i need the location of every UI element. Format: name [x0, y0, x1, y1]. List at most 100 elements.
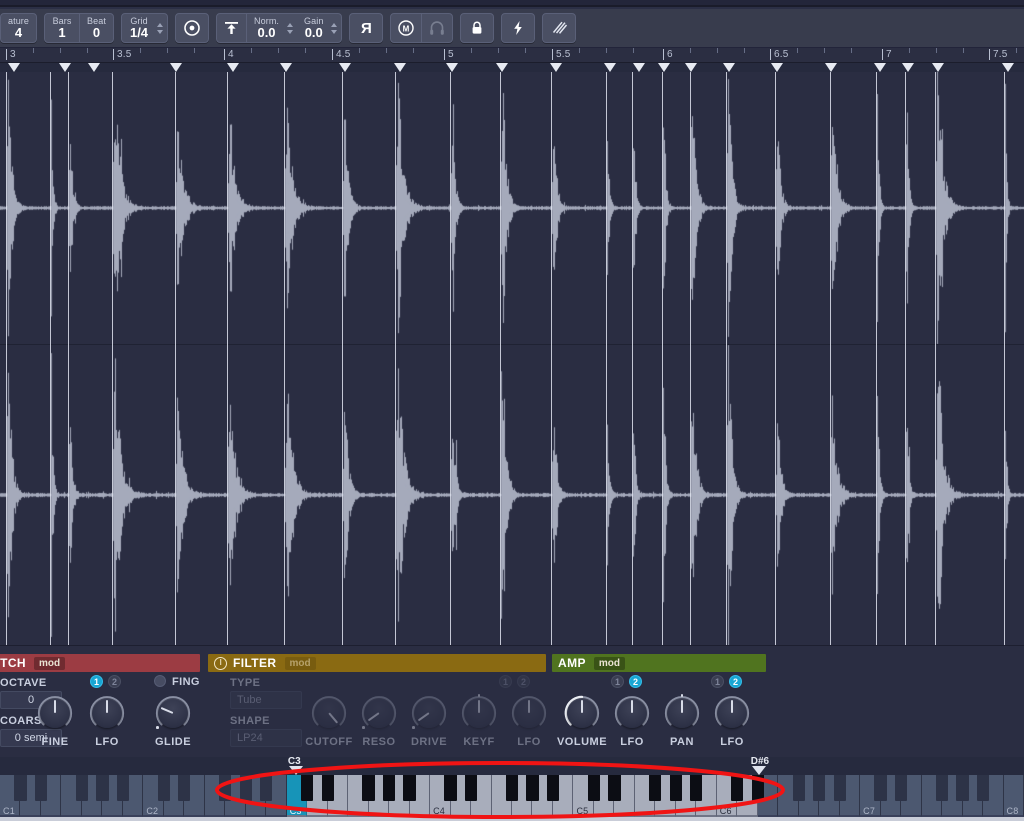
- glide-knob[interactable]: [152, 692, 194, 734]
- grid-field[interactable]: Grid 1/4: [122, 14, 156, 42]
- piano-black-key[interactable]: [669, 775, 682, 801]
- pan-knob[interactable]: [661, 692, 703, 734]
- piano-black-key[interactable]: [526, 775, 539, 801]
- amp-mod-badge[interactable]: mod: [593, 656, 625, 670]
- grid-stepper[interactable]: [156, 14, 167, 42]
- slice-button[interactable]: [542, 13, 577, 43]
- transient-button[interactable]: [217, 14, 246, 42]
- piano-black-key[interactable]: [301, 775, 314, 801]
- slice-divider-line[interactable]: [632, 72, 633, 645]
- filter-mod-badge[interactable]: mod: [284, 656, 316, 670]
- grid-group[interactable]: Grid 1/4: [121, 13, 169, 43]
- piano-black-key[interactable]: [690, 775, 703, 801]
- pitch-header[interactable]: PITCH mod: [0, 654, 200, 672]
- amp-header[interactable]: AMP mod: [552, 654, 766, 672]
- slice-divider-line[interactable]: [68, 72, 69, 645]
- piano-black-key[interactable]: [116, 775, 130, 801]
- slice-marker[interactable]: [1002, 63, 1014, 72]
- beat-field[interactable]: Beat 0: [79, 14, 113, 42]
- slice-marker[interactable]: [902, 63, 914, 72]
- piano-black-key[interactable]: [96, 775, 109, 801]
- filter-lfo-knob[interactable]: [508, 692, 550, 734]
- slice-divider-line[interactable]: [935, 72, 936, 645]
- bars-beat-group[interactable]: Bars 1 Beat 0: [44, 13, 115, 43]
- slice-divider-line[interactable]: [606, 72, 607, 645]
- slice-marker-lane[interactable]: [0, 63, 1024, 72]
- keyf-knob[interactable]: [458, 692, 500, 734]
- slice-divider-line[interactable]: [6, 72, 7, 645]
- filter-type-select[interactable]: Tube: [230, 691, 302, 709]
- fing-toggle[interactable]: [154, 675, 166, 687]
- amp-pan-lfo-slot-1[interactable]: 1: [711, 675, 724, 688]
- piano-black-key[interactable]: [608, 775, 621, 801]
- piano-black-key[interactable]: [935, 775, 949, 801]
- slice-divider-line[interactable]: [395, 72, 396, 645]
- slice-marker[interactable]: [604, 63, 616, 72]
- waveform-canvas[interactable]: [0, 72, 1024, 645]
- piano-black-key[interactable]: [731, 775, 744, 801]
- fine-knob[interactable]: [34, 692, 76, 734]
- keyboard-range-rail[interactable]: C3 D#6: [0, 756, 1024, 775]
- pitch-mod-badge[interactable]: mod: [34, 656, 66, 670]
- piano-black-key[interactable]: [649, 775, 662, 801]
- slice-marker[interactable]: [394, 63, 406, 72]
- slice-divider-line[interactable]: [500, 72, 501, 645]
- lock-button[interactable]: [460, 13, 495, 43]
- slice-divider-line[interactable]: [284, 72, 285, 645]
- piano-black-key[interactable]: [464, 775, 478, 801]
- slice-marker[interactable]: [339, 63, 351, 72]
- piano-black-key[interactable]: [362, 775, 375, 801]
- piano-black-key[interactable]: [546, 775, 560, 801]
- slice-divider-line[interactable]: [342, 72, 343, 645]
- filter-shape-select[interactable]: LP24: [230, 729, 302, 747]
- slice-divider-line[interactable]: [175, 72, 176, 645]
- slice-divider-line[interactable]: [830, 72, 831, 645]
- pitch-lfo-knob[interactable]: [86, 692, 128, 734]
- cutoff-knob[interactable]: [308, 692, 350, 734]
- piano-black-key[interactable]: [321, 775, 334, 801]
- slice-marker[interactable]: [550, 63, 562, 72]
- piano-black-key[interactable]: [956, 775, 969, 801]
- piano-black-key[interactable]: [976, 775, 990, 801]
- normalize-gain-group[interactable]: Norm. 0.0 Gain 0.0: [216, 13, 343, 43]
- piano-black-key[interactable]: [833, 775, 846, 801]
- slice-marker[interactable]: [723, 63, 735, 72]
- amp-lfo-knob[interactable]: [611, 692, 653, 734]
- slice-marker[interactable]: [685, 63, 697, 72]
- drive-knob[interactable]: [408, 692, 450, 734]
- keyboard-range-handle[interactable]: [751, 766, 766, 775]
- mono-button[interactable]: M: [391, 14, 421, 42]
- slice-divider-line[interactable]: [876, 72, 877, 645]
- piano-black-key[interactable]: [813, 775, 826, 801]
- waveform-display[interactable]: [0, 72, 1024, 645]
- slice-divider-line[interactable]: [690, 72, 691, 645]
- piano-black-key[interactable]: [894, 775, 908, 801]
- slice-divider-line[interactable]: [905, 72, 906, 645]
- pitch-lfo-slot-1[interactable]: 1: [90, 675, 103, 688]
- slice-divider-line[interactable]: [50, 72, 51, 645]
- piano-black-key[interactable]: [382, 775, 396, 801]
- signature-group[interactable]: ature 4: [0, 13, 38, 43]
- slice-divider-line[interactable]: [662, 72, 663, 645]
- slice-marker[interactable]: [88, 63, 100, 72]
- amp-lfo-slot-2[interactable]: 2: [629, 675, 642, 688]
- amp-pan-lfo-slot-2[interactable]: 2: [729, 675, 742, 688]
- slice-marker[interactable]: [771, 63, 783, 72]
- slice-divider-line[interactable]: [1004, 72, 1005, 645]
- piano-black-key[interactable]: [75, 775, 89, 801]
- amp-lfo2-knob[interactable]: [711, 692, 753, 734]
- zap-button[interactable]: [501, 13, 536, 43]
- norm-field[interactable]: Norm. 0.0: [246, 14, 286, 42]
- warp-marker-button[interactable]: [175, 13, 210, 43]
- slice-divider-line[interactable]: [112, 72, 113, 645]
- slice-divider-line[interactable]: [450, 72, 451, 645]
- piano-black-key[interactable]: [14, 775, 27, 801]
- piano-black-key[interactable]: [505, 775, 519, 801]
- piano-black-key[interactable]: [751, 775, 764, 801]
- slice-marker[interactable]: [932, 63, 944, 72]
- bars-field[interactable]: Bars 1: [45, 14, 79, 42]
- gain-stepper[interactable]: [330, 14, 341, 42]
- slice-marker[interactable]: [874, 63, 886, 72]
- reverse-button[interactable]: Я: [349, 13, 384, 43]
- piano-black-key[interactable]: [219, 775, 232, 801]
